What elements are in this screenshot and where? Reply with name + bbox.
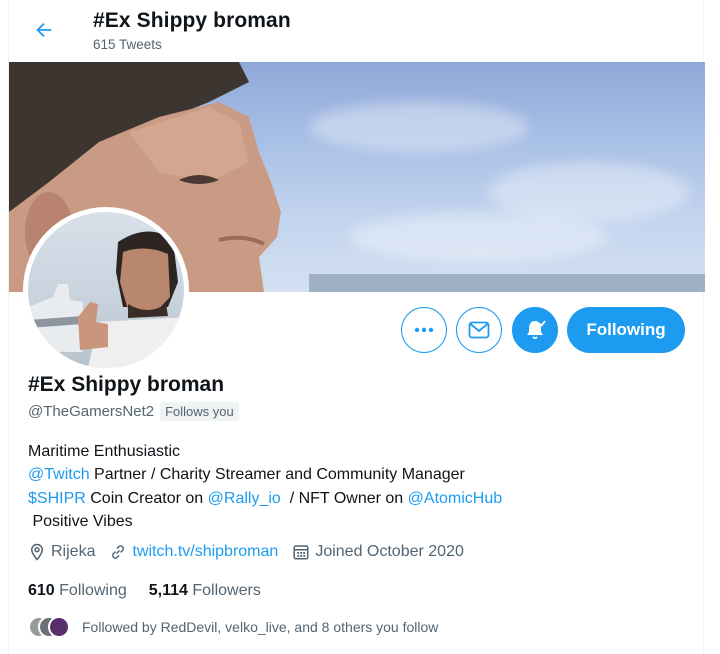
profile-bio: Maritime Enthusiastic @Twitch Partner / …	[28, 440, 502, 533]
rally-mention-link[interactable]: @Rally_io	[208, 490, 281, 507]
followers-count-link[interactable]: 5,114 Followers	[149, 582, 261, 600]
profile-name: #Ex Shippy broman	[28, 373, 225, 396]
avatar-photo	[28, 212, 184, 368]
joined-text: Joined October 2020	[315, 543, 464, 560]
handle-row: @TheGamersNet2 Follows you	[28, 402, 239, 421]
shipr-cashtag-link[interactable]: $SHIPR	[28, 490, 86, 507]
profile-handle: @TheGamersNet2	[28, 403, 155, 420]
envelope-icon	[468, 321, 490, 339]
message-button[interactable]	[456, 307, 502, 353]
ellipsis-icon	[414, 327, 434, 333]
following-count-label: Following	[59, 582, 127, 599]
website-link[interactable]: twitch.tv/shipbroman	[132, 543, 278, 561]
following-button[interactable]: Following	[567, 307, 685, 353]
website-item: twitch.tv/shipbroman	[109, 543, 278, 561]
follow-counts: 610 Following 5,114 Followers	[28, 582, 283, 600]
profile-frame: #Ex Shippy broman 615 Tweets Following #…	[8, 0, 705, 654]
location-text: Rijeka	[51, 543, 96, 560]
followers-count-label: Followers	[192, 582, 261, 599]
atomichub-mention-link[interactable]: @AtomicHub	[408, 490, 503, 507]
header-title: #Ex Shippy broman	[93, 9, 291, 32]
bell-check-icon	[527, 320, 546, 340]
more-options-button[interactable]	[401, 307, 447, 353]
avatar	[48, 616, 70, 638]
location-item: Rijeka	[28, 543, 95, 561]
calendar-icon	[293, 545, 309, 560]
bio-line-4: Positive Vibes	[28, 512, 133, 530]
location-pin-icon	[30, 543, 44, 561]
follows-you-badge: Follows you	[160, 402, 239, 421]
following-count: 610	[28, 582, 55, 599]
bio-line-1: Maritime Enthusiastic	[28, 443, 181, 460]
back-button[interactable]	[31, 17, 57, 43]
joined-item: Joined October 2020	[292, 543, 464, 561]
bio-line-3: $SHIPR Coin Creator on @Rally_io / NFT O…	[28, 489, 503, 507]
following-count-link[interactable]: 610 Following	[28, 582, 127, 600]
follower-avatars	[28, 616, 72, 638]
link-icon	[112, 545, 125, 559]
notifications-button[interactable]	[512, 307, 558, 353]
header-tweet-count: 615 Tweets	[93, 37, 162, 52]
profile-avatar[interactable]	[23, 207, 189, 373]
profile-meta-row: Rijeka twitch.tv/shipbroman Joined Octob…	[28, 543, 478, 561]
followed-by-text: Followed by RedDevil, velko_live, and 8 …	[82, 619, 439, 635]
bio-line-2: @Twitch Partner / Charity Streamer and C…	[28, 466, 465, 484]
back-arrow-icon	[36, 22, 52, 38]
followers-count: 5,114	[148, 582, 188, 599]
followed-by-row[interactable]: Followed by RedDevil, velko_live, and 8 …	[28, 616, 438, 638]
profile-header-bar: #Ex Shippy broman 615 Tweets	[9, 0, 705, 62]
twitch-mention-link[interactable]: @Twitch	[28, 466, 90, 483]
